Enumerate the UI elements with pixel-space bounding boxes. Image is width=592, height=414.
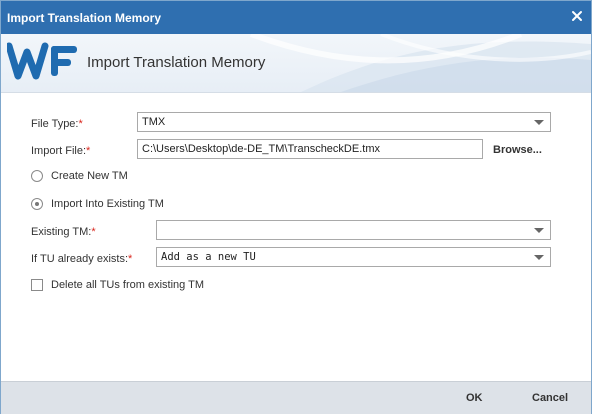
if-tu-exists-select[interactable]: Add as a new TU [156,247,551,267]
if-tu-exists-value: Add as a new TU [161,251,256,263]
create-new-tm-radio[interactable] [31,170,43,182]
wf-logo-icon [5,40,79,84]
delete-all-tus-option[interactable]: Delete all TUs from existing TM [31,279,204,291]
dialog-banner: Import Translation Memory [1,34,591,93]
title-bar[interactable]: Import Translation Memory [1,1,591,34]
cancel-button[interactable]: Cancel [532,392,568,404]
chevron-down-icon[interactable] [534,228,544,233]
import-existing-tm-option[interactable]: Import Into Existing TM [31,198,164,210]
import-file-input[interactable]: C:\Users\Desktop\de-DE_TM\TranscheckDE.t… [137,139,483,159]
import-existing-tm-radio[interactable] [31,198,43,210]
file-type-select[interactable]: TMX [137,112,551,132]
delete-all-tus-label: Delete all TUs from existing TM [51,279,205,291]
import-file-path: C:\Users\Desktop\de-DE_TM\TranscheckDE.t… [142,143,380,155]
existing-tm-label: Existing TM:* [31,226,96,238]
chevron-down-icon[interactable] [534,120,544,125]
window-title: Import Translation Memory [7,11,162,25]
import-existing-tm-label: Import Into Existing TM [51,198,164,210]
create-new-tm-label: Create New TM [51,170,128,182]
import-file-label: Import File:* [31,145,91,157]
if-tu-exists-label: If TU already exists:* [31,253,133,265]
close-icon[interactable] [569,8,585,24]
create-new-tm-option[interactable]: Create New TM [31,170,128,182]
banner-heading: Import Translation Memory [87,54,266,71]
import-tm-dialog: Import Translation Memory Import Transla… [0,0,592,414]
file-type-value: TMX [142,116,166,128]
browse-button[interactable]: Browse... [493,144,542,156]
existing-tm-select[interactable] [156,220,551,240]
dialog-footer: OK Cancel [1,381,591,414]
ok-button[interactable]: OK [466,392,483,404]
chevron-down-icon[interactable] [534,255,544,260]
delete-all-tus-checkbox[interactable] [31,279,43,291]
file-type-label: File Type:* [31,118,83,130]
